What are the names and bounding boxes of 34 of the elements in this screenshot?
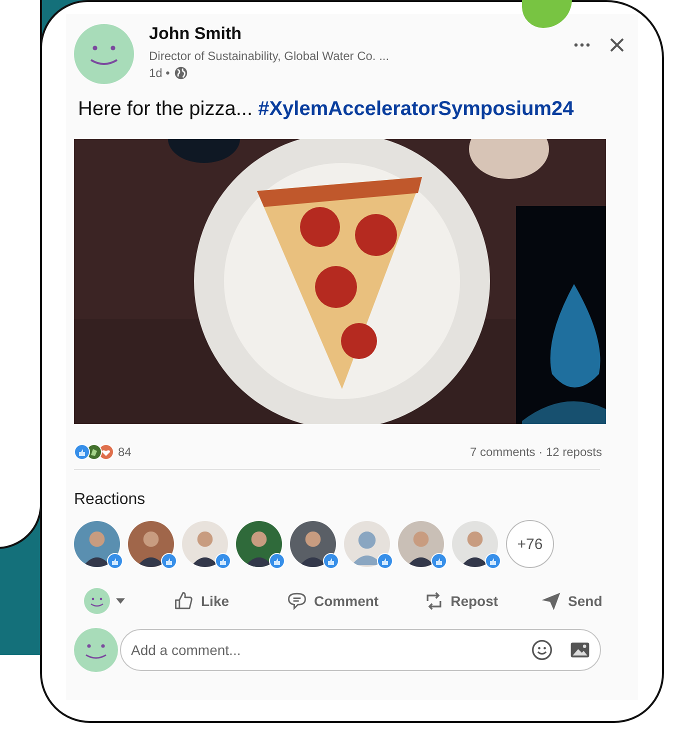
reactions-heading: Reactions	[74, 491, 146, 509]
more-icon[interactable]	[574, 43, 590, 47]
reactor-avatar[interactable]	[290, 521, 336, 567]
post-text: Here for the pizza... #XylemAcceleratorSymposium24	[78, 98, 575, 121]
globe-icon	[174, 66, 188, 80]
clapping-icon	[86, 444, 102, 460]
thumbs-up-icon	[74, 444, 90, 460]
send-button[interactable]: Send	[534, 586, 608, 616]
like-button[interactable]: Like	[167, 586, 236, 616]
reactor-avatar[interactable]	[236, 521, 282, 567]
emoji-icon[interactable]	[531, 639, 553, 661]
paper-plane-icon	[540, 590, 562, 612]
smiley-avatar	[84, 588, 110, 614]
hashtag-link[interactable]: #XylemAcceleratorSymposium24	[258, 98, 574, 120]
reactor-avatar[interactable]	[452, 521, 498, 567]
engagement-counts[interactable]: 7 comments · 12 reposts	[470, 445, 602, 459]
speech-bubble-icon	[286, 590, 308, 612]
repost-button[interactable]: Repost	[416, 586, 504, 616]
reactor-avatar[interactable]	[398, 521, 444, 567]
comment-button[interactable]: Comment	[280, 586, 385, 616]
close-icon[interactable]	[610, 38, 624, 52]
caret-icon	[116, 598, 125, 604]
comment-field[interactable]: Add a comment...	[120, 629, 601, 671]
post-time: 1d •	[149, 66, 170, 80]
thumbs-up-icon	[173, 590, 195, 612]
reaction-count[interactable]: 84	[118, 445, 132, 459]
author-headline: Director of Sustainability, Global Water Co. ...	[149, 49, 390, 63]
reactor-avatar[interactable]	[182, 521, 228, 567]
author-name[interactable]: John Smith	[149, 24, 390, 44]
smiley-avatar	[74, 628, 118, 672]
reactor-avatar[interactable]	[74, 521, 120, 567]
more-reactions-count[interactable]: +76	[506, 520, 554, 568]
smiley-avatar	[74, 24, 134, 84]
reactor-avatar[interactable]	[128, 521, 174, 567]
